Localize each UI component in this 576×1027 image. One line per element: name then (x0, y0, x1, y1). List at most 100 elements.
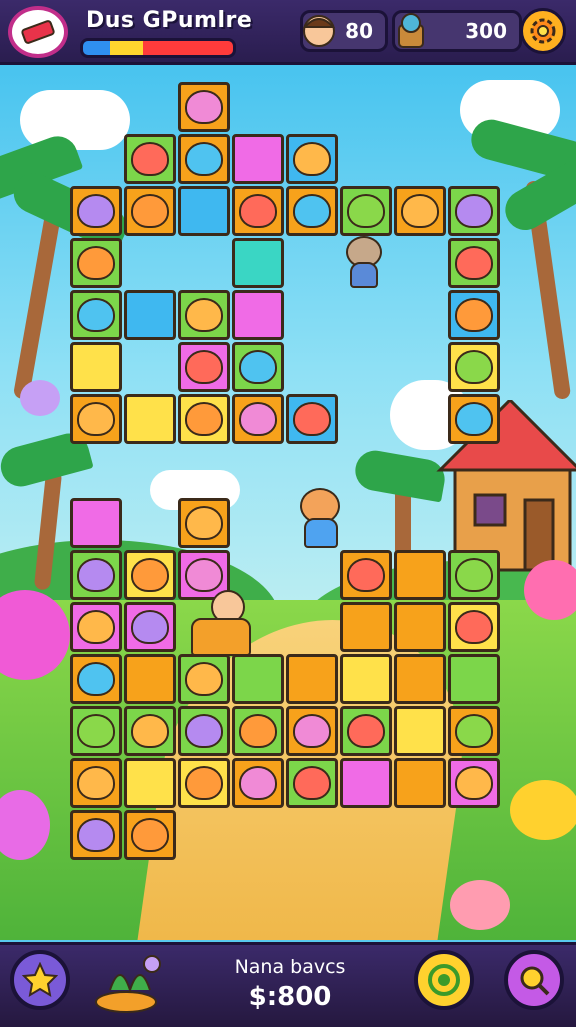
creature-icon (455, 558, 493, 592)
flower-icon (450, 880, 510, 930)
board-tile[interactable] (448, 602, 500, 652)
board-tile[interactable] (178, 654, 230, 704)
board-tile[interactable] (340, 550, 392, 600)
board-tile[interactable] (286, 394, 338, 444)
creature-icon (455, 610, 493, 644)
board-tile[interactable] (70, 186, 122, 236)
board-tile[interactable] (178, 498, 230, 548)
creature-icon (185, 714, 223, 748)
board-tile[interactable] (124, 550, 176, 600)
flower-icon (20, 380, 60, 416)
board-tile[interactable] (232, 342, 284, 392)
creature-icon (239, 714, 277, 748)
board-tile[interactable] (394, 602, 446, 652)
board-tile[interactable] (340, 186, 392, 236)
game-title: Dus GPumlre (86, 8, 253, 33)
star-icon (22, 962, 58, 997)
board-tile[interactable] (70, 342, 122, 392)
board-tile[interactable] (340, 654, 392, 704)
board-tile[interactable] (178, 342, 230, 392)
board-tile[interactable] (124, 758, 176, 808)
board-tile[interactable] (448, 342, 500, 392)
creature-icon (239, 350, 277, 384)
creature-icon (77, 714, 115, 748)
board-tile[interactable] (124, 602, 176, 652)
board-tile[interactable] (232, 654, 284, 704)
creature-icon (131, 818, 169, 852)
board-tile[interactable] (448, 706, 500, 756)
board-tile[interactable] (394, 758, 446, 808)
board-tile[interactable] (340, 758, 392, 808)
board-tile[interactable] (70, 810, 122, 860)
board-tile[interactable] (124, 394, 176, 444)
flower-icon (510, 780, 576, 840)
board-tile[interactable] (70, 498, 122, 548)
board-tile[interactable] (70, 238, 122, 288)
board-tile[interactable] (448, 758, 500, 808)
cat-character[interactable] (340, 236, 386, 288)
board-tile[interactable] (448, 186, 500, 236)
board-tile[interactable] (178, 394, 230, 444)
board-tile[interactable] (70, 706, 122, 756)
board-tile[interactable] (448, 654, 500, 704)
creature-icon (455, 350, 493, 384)
board-tile[interactable] (448, 290, 500, 340)
board-tile[interactable] (70, 602, 122, 652)
creature-icon (131, 610, 169, 644)
board-tile[interactable] (124, 706, 176, 756)
board-tile[interactable] (124, 186, 176, 236)
board-tile[interactable] (394, 706, 446, 756)
board-tile[interactable] (448, 394, 500, 444)
board-tile[interactable] (286, 758, 338, 808)
board-tile[interactable] (178, 134, 230, 184)
board-tile[interactable] (232, 758, 284, 808)
board-tile[interactable] (286, 706, 338, 756)
board-tile[interactable] (448, 238, 500, 288)
board-tile[interactable] (178, 706, 230, 756)
board-tile[interactable] (70, 290, 122, 340)
board-tile[interactable] (232, 394, 284, 444)
board-tile[interactable] (394, 186, 446, 236)
board-tile[interactable] (70, 654, 122, 704)
board-tile[interactable] (70, 550, 122, 600)
board-tile[interactable] (394, 654, 446, 704)
board-tile[interactable] (70, 758, 122, 808)
kid-character[interactable] (185, 590, 255, 660)
settings-button[interactable] (520, 8, 566, 54)
board-tile[interactable] (232, 134, 284, 184)
board-tile[interactable] (286, 134, 338, 184)
board-tile[interactable] (448, 550, 500, 600)
board-tile[interactable] (232, 706, 284, 756)
board-tile[interactable] (178, 758, 230, 808)
fox-character[interactable] (290, 488, 350, 548)
board-tile[interactable] (286, 186, 338, 236)
board-tile[interactable] (232, 290, 284, 340)
board-tile[interactable] (340, 706, 392, 756)
board-tile[interactable] (232, 238, 284, 288)
board-tile[interactable] (124, 290, 176, 340)
creature-icon (401, 194, 439, 228)
creature-icon (77, 194, 115, 228)
board-tile[interactable] (394, 550, 446, 600)
creature-icon (77, 818, 115, 852)
board-tile[interactable] (232, 186, 284, 236)
creature-icon (455, 766, 493, 800)
board-tile[interactable] (70, 394, 122, 444)
menu-button[interactable] (8, 6, 68, 58)
board-tile[interactable] (286, 654, 338, 704)
board-tile[interactable] (178, 82, 230, 132)
search-button[interactable] (504, 950, 564, 1010)
creature-icon (293, 194, 331, 228)
board-tile[interactable] (340, 602, 392, 652)
board-tile[interactable] (178, 290, 230, 340)
board-tile[interactable] (124, 134, 176, 184)
star-button[interactable] (10, 950, 70, 1010)
board-tile[interactable] (124, 654, 176, 704)
basket-icon (389, 9, 433, 53)
board-tile[interactable] (178, 186, 230, 236)
board-tile[interactable] (124, 810, 176, 860)
creature-icon (293, 714, 331, 748)
target-button[interactable] (414, 950, 474, 1010)
creature-icon (185, 558, 223, 592)
creature-icon (77, 558, 115, 592)
